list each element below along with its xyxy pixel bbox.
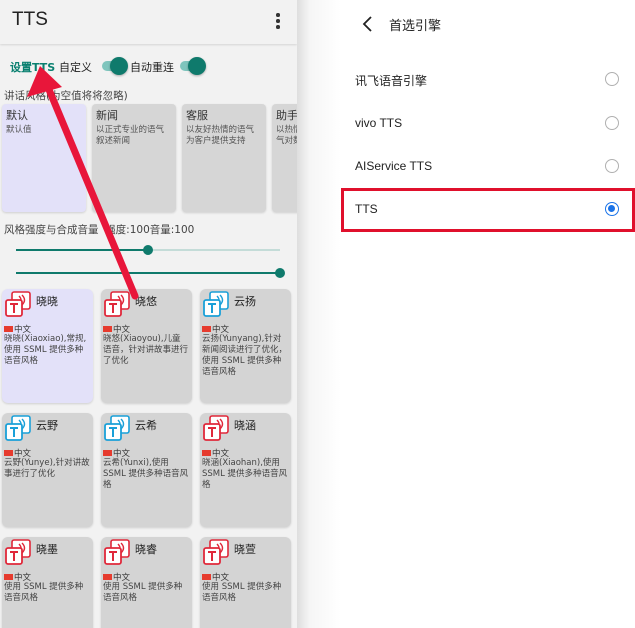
voice-name: 晓晓 — [36, 295, 58, 308]
slider-thumb[interactable] — [275, 268, 285, 278]
china-flag-icon — [103, 574, 112, 580]
voice-description: 云希(Yunxi),使用 SSML 提供多种语音风格 — [103, 458, 189, 490]
tts-voice-icon — [5, 539, 31, 565]
auto-reconnect-label: 自动重连 — [130, 61, 174, 74]
radio-button[interactable] — [605, 116, 619, 130]
set-tts-link[interactable]: 设置TTS — [10, 59, 55, 75]
slider-active-track — [16, 272, 280, 274]
engine-option-iflytek[interactable]: 讯飞语音引擎 — [355, 64, 625, 96]
voice-card[interactable]: 晓悠 中文 晓悠(Xiaoyou),儿童语音，针对讲故事进行了优化 — [101, 289, 192, 403]
app-bar: TTS — [0, 0, 297, 44]
engine-name: AIService TTS — [355, 159, 433, 173]
tts-voice-icon — [104, 415, 130, 441]
style-card-default[interactable]: 默认 默认值 — [2, 104, 86, 212]
voice-card[interactable]: 晓萱 中文 使用 SSML 提供多种语音风格 — [200, 537, 291, 628]
china-flag-icon — [4, 450, 13, 456]
voice-name: 晓萱 — [234, 543, 256, 556]
voice-description: 使用 SSML 提供多种语音风格 — [4, 582, 84, 603]
custom-switch[interactable] — [100, 57, 130, 75]
tts-voice-icon — [203, 415, 229, 441]
slider-active-track — [16, 249, 148, 251]
style-desc: 以正式专业的语气叙述新闻 — [96, 125, 165, 146]
auto-reconnect-switch[interactable] — [178, 57, 208, 75]
voice-card[interactable]: 云希 中文 云希(Yunxi),使用 SSML 提供多种语音风格 — [101, 413, 192, 527]
strength-value: 强度:100音量:100 — [105, 224, 195, 236]
app-title: TTS — [12, 9, 48, 30]
radio-button[interactable] — [605, 72, 619, 86]
style-card-assistant[interactable]: 助手 以热情而轻松的语气对数字助理讲话 — [272, 104, 297, 212]
radio-button[interactable] — [605, 159, 619, 173]
settings-row: 设置TTS 自定义 自动重连 — [0, 57, 297, 75]
style-name: 新闻 — [96, 109, 118, 122]
style-desc: 以热情而轻松的语气对数字助理讲话 — [276, 125, 297, 146]
tts-voice-icon — [104, 539, 130, 565]
engine-option-vivo[interactable]: vivo TTS — [355, 108, 625, 140]
tts-voice-icon — [203, 291, 229, 317]
panel-divider — [297, 0, 341, 628]
voice-description: 云扬(Yunyang),针对新闻阅读进行了优化，使用 SSML 提供多种语音风格 — [202, 334, 288, 377]
style-name: 助手 — [276, 109, 297, 122]
tts-voice-icon — [104, 291, 130, 317]
engine-option-tts[interactable]: TTS — [355, 194, 625, 226]
strength-label: 风格强度与合成音量 强度:100音量:100 — [4, 222, 194, 237]
voice-name: 云希 — [135, 419, 157, 432]
style-card-customer-service[interactable]: 客服 以友好热情的语气为客户提供支持 — [182, 104, 266, 212]
style-name: 默认 — [6, 109, 28, 122]
style-name: 客服 — [186, 109, 208, 122]
engine-option-aiservice[interactable]: AIService TTS — [355, 151, 625, 183]
engine-name: vivo TTS — [355, 116, 403, 130]
page-title: 首选引擎 — [389, 19, 442, 34]
china-flag-icon — [4, 574, 13, 580]
voice-card[interactable]: 晓睿 中文 使用 SSML 提供多种语音风格 — [101, 537, 192, 628]
voice-description: 使用 SSML 提供多种语音风格 — [103, 582, 183, 603]
voice-description: 云野(Yunye),针对讲故事进行了优化 — [4, 458, 90, 479]
more-vert-icon[interactable] — [270, 11, 286, 31]
voice-description: 晓晓(Xiaoxiao),常规,使用 SSML 提供多种语音风格 — [4, 334, 87, 366]
style-strength-slider[interactable] — [16, 244, 280, 256]
custom-label: 自定义 — [59, 61, 92, 74]
screenshot-root: TTS 设置TTS 自定义 自动重连 讲话风格(为空值将将忽略) 默认 默认值 … — [0, 0, 635, 628]
volume-slider[interactable] — [16, 267, 285, 279]
style-desc: 以友好热情的语气为客户提供支持 — [186, 125, 255, 146]
voice-card[interactable]: 云野 中文 云野(Yunye),针对讲故事进行了优化 — [2, 413, 93, 527]
engine-name: 讯飞语音引擎 — [355, 74, 428, 88]
slider-inactive-track — [148, 249, 280, 251]
strength-title: 风格强度与合成音量 — [4, 224, 99, 236]
china-flag-icon — [202, 326, 211, 332]
voice-card[interactable]: 晓晓 中文 晓晓(Xiaoxiao),常规,使用 SSML 提供多种语音风格 — [2, 289, 93, 403]
style-desc: 默认值 — [6, 125, 32, 135]
voice-name: 晓悠 — [135, 295, 157, 308]
china-flag-icon — [103, 450, 112, 456]
voice-card[interactable]: 云扬 中文 云扬(Yunyang),针对新闻阅读进行了优化，使用 SSML 提供多种… — [200, 289, 291, 403]
china-flag-icon — [4, 326, 13, 332]
china-flag-icon — [103, 326, 112, 332]
voice-card[interactable]: 晓墨 中文 使用 SSML 提供多种语音风格 — [2, 537, 93, 628]
radio-button-selected[interactable] — [605, 202, 619, 216]
china-flag-icon — [202, 450, 211, 456]
style-label: 讲话风格(为空值将将忽略) — [4, 90, 128, 102]
voice-card[interactable]: 晓涵 中文 晓涵(Xiaohan),使用 SSML 提供多种语音风格 — [200, 413, 291, 527]
china-flag-icon — [202, 574, 211, 580]
engine-name: TTS — [355, 202, 378, 216]
slider-thumb[interactable] — [143, 245, 153, 255]
voice-name: 晓睿 — [135, 543, 157, 556]
tts-voice-icon — [5, 415, 31, 441]
voice-name: 云野 — [36, 419, 58, 432]
style-card-news[interactable]: 新闻 以正式专业的语气叙述新闻 — [92, 104, 176, 212]
tts-voice-icon — [203, 539, 229, 565]
voice-description: 使用 SSML 提供多种语音风格 — [202, 582, 282, 603]
voice-description: 晓悠(Xiaoyou),儿童语音，针对讲故事进行了优化 — [103, 334, 189, 366]
tts-app-panel: TTS 设置TTS 自定义 自动重连 讲话风格(为空值将将忽略) 默认 默认值 … — [0, 0, 297, 628]
voice-name: 云扬 — [234, 295, 256, 308]
voice-name: 晓涵 — [234, 419, 256, 432]
voice-description: 晓涵(Xiaohan),使用 SSML 提供多种语音风格 — [202, 458, 288, 490]
voice-name: 晓墨 — [36, 543, 58, 556]
back-arrow-icon[interactable] — [361, 15, 375, 33]
preferred-engine-panel: 首选引擎 讯飞语音引擎 vivo TTS AIService TTS TTS — [341, 0, 635, 628]
tts-voice-icon — [5, 291, 31, 317]
